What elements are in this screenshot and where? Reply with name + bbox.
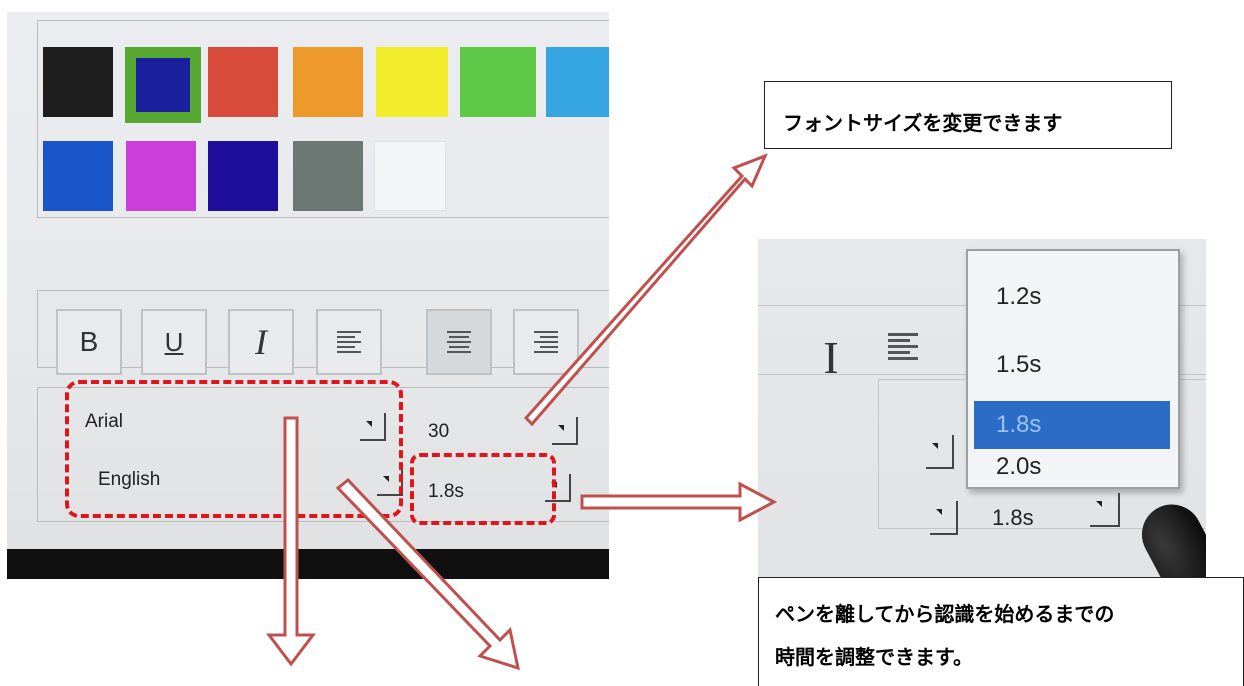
- arrow-to-font-size-icon: [523, 153, 768, 427]
- arrow-down-icon: [265, 416, 317, 667]
- annotation-arrows: [265, 153, 778, 671]
- arrow-to-zoom-icon: [580, 481, 778, 523]
- arrow-down-right-icon: [335, 477, 520, 671]
